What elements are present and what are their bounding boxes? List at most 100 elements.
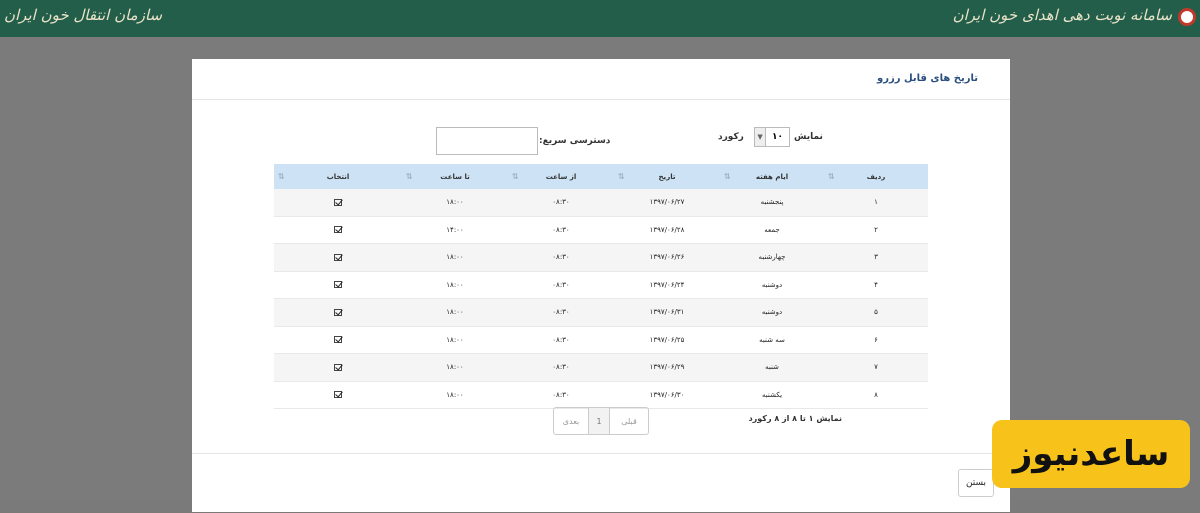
row-index: ۱ [874,198,878,207]
row-date: ۱۳۹۷/۰۶/۲۹ [649,363,685,372]
select-date-cell [274,382,402,409]
table-row: ۱ پنجشنبه ۱۳۹۷/۰۶/۲۷ ۰۸:۳۰ ۱۸:۰۰ [274,189,928,217]
modal-title: تاریخ های قابل رزرو [877,73,978,84]
row-index: ۸ [874,390,878,399]
table-row: ۴ دوشنبه ۱۳۹۷/۰۶/۲۴ ۰۸:۳۰ ۱۸:۰۰ [274,272,928,299]
column-header-date[interactable]: تاریخ ⇅ [614,164,720,189]
checkbox-icon[interactable] [334,198,342,206]
records-label: رکورد [718,132,744,142]
row-to-time: ۱۸:۰۰ [446,363,464,372]
row-to-time: ۱۸:۰۰ [446,280,464,289]
row-from-time: ۰۸:۳۰ [552,308,570,317]
row-date: ۱۳۹۷/۰۶/۲۷ [649,198,685,207]
modal-header: تاریخ های قابل رزرو [192,59,1010,100]
column-header-from[interactable]: از ساعت ⇅ [508,164,614,189]
select-date-cell [274,189,402,216]
row-to-time: ۱۸:۰۰ [446,253,464,262]
page-number-button[interactable]: 1 [588,408,609,434]
row-day: یکشنبه [761,390,783,399]
top-bar: سامانه نوبت دهی اهدای خون ایران سازمان ا… [0,0,1200,37]
quick-search-input[interactable] [436,127,538,155]
pagination: قبلی 1 بعدی [553,407,649,435]
sort-icon: ⇅ [278,172,285,181]
quick-search-label: دسترسی سریع: [539,136,611,146]
row-index: ۴ [874,280,878,289]
row-date: ۱۳۹۷/۰۶/۳۰ [649,390,685,399]
checkbox-icon[interactable] [334,391,342,399]
logo-icon [1178,8,1196,26]
select-date-cell [274,217,402,244]
row-date: ۱۳۹۷/۰۶/۲۶ [649,253,685,262]
row-from-time: ۰۸:۳۰ [552,253,570,262]
row-index: ۵ [874,308,878,317]
row-date: ۱۳۹۷/۰۶/۲۸ [649,225,685,234]
column-header-select: انتخاب ⇅ [278,172,350,181]
select-date-cell [274,327,402,354]
sort-icon: ⇅ [512,172,519,181]
table-row: ۵ دوشنبه ۱۳۹۷/۰۶/۳۱ ۰۸:۳۰ ۱۸:۰۰ [274,299,928,327]
table-row: ۶ سه شنبه ۱۳۹۷/۰۶/۲۵ ۰۸:۳۰ ۱۸:۰۰ [274,327,928,354]
row-date: ۱۳۹۷/۰۶/۲۵ [649,335,685,344]
row-day: دوشنبه [761,280,783,289]
row-date: ۱۳۹۷/۰۶/۲۴ [649,280,685,289]
select-date-cell [274,272,402,299]
chevron-down-icon: ▼ [755,128,766,146]
checkbox-icon[interactable] [334,363,342,371]
row-index: ۲ [874,225,878,234]
row-day: سه شنبه [759,335,785,344]
organization-title: سازمان انتقال خون ایران [4,6,163,24]
dates-table: ردیف ⇅ ایام هفته ⇅ تاریخ ⇅ از ساعت ⇅ تا ساعت… [274,164,928,409]
table-row: ۳ چهارشنبه ۱۳۹۷/۰۶/۲۶ ۰۸:۳۰ ۱۸:۰۰ [274,244,928,272]
row-to-time: ۱۸:۰۰ [446,390,464,399]
column-header-to[interactable]: تا ساعت ⇅ [402,164,508,189]
table-header: ردیف ⇅ ایام هفته ⇅ تاریخ ⇅ از ساعت ⇅ تا ساعت… [274,164,928,189]
column-header-day[interactable]: ایام هفته ⇅ [720,164,824,189]
row-from-time: ۰۸:۳۰ [552,335,570,344]
table-info: نمایش ۱ تا ۸ از ۸ رکورد [748,414,842,423]
select-date-cell [274,244,402,271]
sort-icon: ⇅ [406,172,413,181]
select-date-cell [274,299,402,326]
row-index: ۷ [874,363,878,372]
next-page-button[interactable]: بعدی [554,408,588,434]
show-label: نمایش [794,132,823,142]
table-row: ۲ جمعه ۱۳۹۷/۰۶/۲۸ ۰۸:۳۰ ۱۴:۰۰ [274,217,928,244]
watermark-logo: ساعدنیوز [992,420,1190,488]
checkbox-icon[interactable] [334,281,342,289]
row-day: دوشنبه [761,308,783,317]
row-from-time: ۰۸:۳۰ [552,280,570,289]
row-to-time: ۱۸:۰۰ [446,308,464,317]
page-size-value: ۱۰ [772,132,783,142]
row-index: ۳ [874,253,878,262]
row-to-time: ۱۴:۰۰ [446,225,464,234]
modal-footer [192,453,1010,513]
row-index: ۶ [874,335,878,344]
sort-icon: ⇅ [828,172,835,181]
checkbox-icon[interactable] [334,226,342,234]
row-day: پنجشنبه [760,198,784,207]
checkbox-icon[interactable] [334,308,342,316]
row-day: چهارشنبه [758,253,786,262]
sort-icon: ⇅ [618,172,625,181]
table-body: ۱ پنجشنبه ۱۳۹۷/۰۶/۲۷ ۰۸:۳۰ ۱۸:۰۰ ۲ جمعه ۱۳۹۷/۰۶… [274,189,928,409]
table-row: ۸ یکشنبه ۱۳۹۷/۰۶/۳۰ ۰۸:۳۰ ۱۸:۰۰ [274,382,928,409]
checkbox-icon[interactable] [334,336,342,344]
sort-icon: ⇅ [724,172,731,181]
row-day: شنبه [765,363,779,372]
site-title: سامانه نوبت دهی اهدای خون ایران [952,6,1172,24]
select-date-cell [274,354,402,381]
row-from-time: ۰۸:۳۰ [552,225,570,234]
reservation-dates-modal: تاریخ های قابل رزرو نمایش ۱۰ ▼ رکورد دست… [192,59,1010,512]
row-to-time: ۱۸:۰۰ [446,198,464,207]
column-header-index[interactable]: ردیف ⇅ [824,164,928,189]
checkbox-icon[interactable] [334,253,342,261]
row-from-time: ۰۸:۳۰ [552,198,570,207]
close-button[interactable]: بستن [958,469,994,497]
row-from-time: ۰۸:۳۰ [552,390,570,399]
table-row: ۷ شنبه ۱۳۹۷/۰۶/۲۹ ۰۸:۳۰ ۱۸:۰۰ [274,354,928,382]
page-size-select[interactable]: ۱۰ ▼ [754,127,790,147]
row-day: جمعه [764,225,780,234]
prev-page-button[interactable]: قبلی [609,408,648,434]
row-from-time: ۰۸:۳۰ [552,363,570,372]
row-date: ۱۳۹۷/۰۶/۳۱ [649,308,685,317]
